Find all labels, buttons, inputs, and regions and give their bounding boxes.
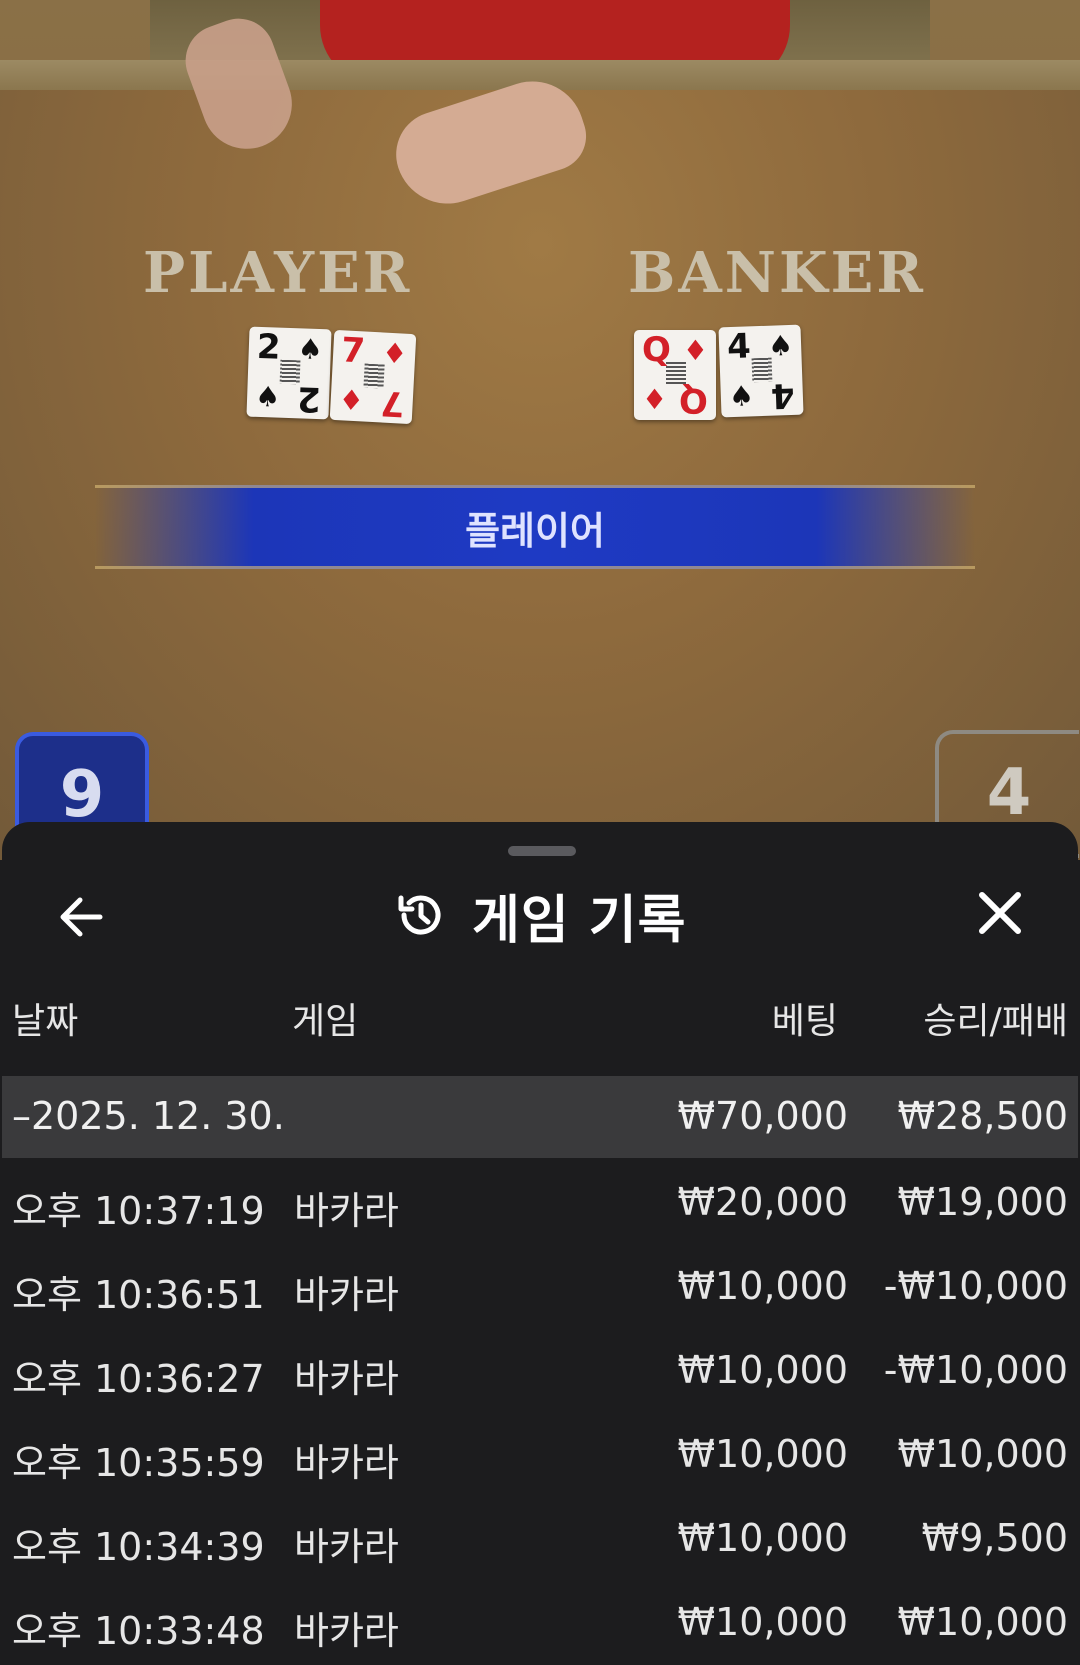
card-suit: ♦ [337,383,365,418]
live-video-stage: PLAYER BANKER 2 ♠ ♠ 2 7 ♦ ♦ 7 Q ♦ ♦ Q 4 … [0,0,1080,860]
history-list: 오후 10:37:19 바카라 ₩20,000 ₩19,000 오후 10:36… [2,1158,1078,1662]
table-row[interactable]: 오후 10:34:39 바카라 ₩10,000 ₩9,500 [2,1494,1078,1578]
banker-card-1: Q ♦ ♦ Q [634,330,716,420]
table-row[interactable]: 오후 10:36:27 바카라 ₩10,000 -₩10,000 [2,1326,1078,1410]
drag-handle[interactable] [508,846,576,856]
column-winloss: 승리/패배 [923,1001,1068,1042]
card-barcode [751,357,773,383]
game-history-sheet: 게임 기록 날짜 게임 베팅 승리/패배 –2025. 12. 30. ₩70,… [2,822,1078,1665]
close-icon [979,892,1021,934]
card-rank: Q [679,380,708,420]
sheet-header: 게임 기록 [392,880,687,951]
baccarat-table [0,90,1080,860]
row-game: 바카라 [294,1525,399,1569]
player-label: PLAYER [143,240,413,306]
group-bet-total: ₩70,000 [677,1094,848,1138]
date-group-row[interactable]: –2025. 12. 30. ₩70,000 ₩28,500 [2,1076,1078,1158]
row-game: 바카라 [294,1609,399,1653]
card-suit: ♦ [381,336,409,371]
row-bet: ₩10,000 [677,1516,848,1560]
column-date: 날짜 [12,1001,79,1042]
card-suit: ♦ [682,334,708,367]
row-game: 바카라 [294,1441,399,1485]
row-winloss: ₩19,000 [897,1180,1068,1224]
banker-label: BANKER [628,240,926,306]
table-header: 날짜 게임 베팅 승리/패배 [2,992,1078,1062]
row-winloss: -₩10,000 [883,1348,1068,1392]
card-suit: ♠ [254,379,281,414]
row-game: 바카라 [294,1273,399,1317]
row-time: 오후 10:34:39 [12,1525,265,1569]
row-time: 오후 10:33:48 [12,1609,265,1653]
column-bet: 베팅 [771,1001,838,1042]
row-game: 바카라 [294,1189,399,1233]
history-icon [398,895,441,935]
result-text: 플레이어 [465,508,605,553]
row-winloss: ₩10,000 [897,1432,1068,1476]
player-card-2: 7 ♦ ♦ 7 [329,329,417,425]
row-winloss: -₩10,000 [883,1264,1068,1308]
row-bet: ₩10,000 [677,1600,848,1644]
row-game: 바카라 [294,1357,399,1401]
card-suit: ♠ [297,332,324,367]
column-game: 게임 [292,1001,359,1042]
card-suit: ♦ [642,383,668,416]
close-button[interactable] [974,887,1026,939]
card-rank: 2 [296,378,322,420]
row-bet: ₩10,000 [677,1264,848,1308]
table-row[interactable]: 오후 10:36:51 바카라 ₩10,000 -₩10,000 [2,1242,1078,1326]
row-time: 오후 10:35:59 [12,1441,265,1485]
page-title: 게임 기록 [472,890,687,951]
table-row[interactable]: 오후 10:37:19 바카라 ₩20,000 ₩19,000 [2,1158,1078,1242]
row-winloss: ₩9,500 [921,1516,1068,1560]
card-rank: 2 [256,326,282,368]
row-time: 오후 10:36:51 [12,1273,265,1317]
table-row[interactable]: 오후 10:33:48 바카라 ₩10,000 ₩10,000 [2,1578,1078,1662]
back-button[interactable] [52,887,112,947]
card-rank: 7 [340,330,367,372]
group-winloss-total: ₩28,500 [897,1094,1068,1138]
result-banner: 플레이어 [95,485,975,569]
row-bet: ₩20,000 [677,1180,848,1224]
group-date: –2025. 12. 30. [12,1094,285,1138]
player-card-1: 2 ♠ ♠ 2 [246,326,332,420]
card-rank: 4 [726,326,752,368]
row-time: 오후 10:36:27 [12,1357,265,1401]
arrow-left-icon [60,897,103,937]
row-time: 오후 10:37:19 [12,1189,265,1233]
card-suit: ♠ [728,379,755,414]
card-rank: 4 [770,374,796,416]
card-rank: 7 [379,382,406,424]
table-row[interactable]: 오후 10:35:59 바카라 ₩10,000 ₩10,000 [2,1410,1078,1494]
row-bet: ₩10,000 [677,1432,848,1476]
row-bet: ₩10,000 [677,1348,848,1392]
banker-card-2: 4 ♠ ♠ 4 [718,324,804,418]
row-winloss: ₩10,000 [897,1600,1068,1644]
